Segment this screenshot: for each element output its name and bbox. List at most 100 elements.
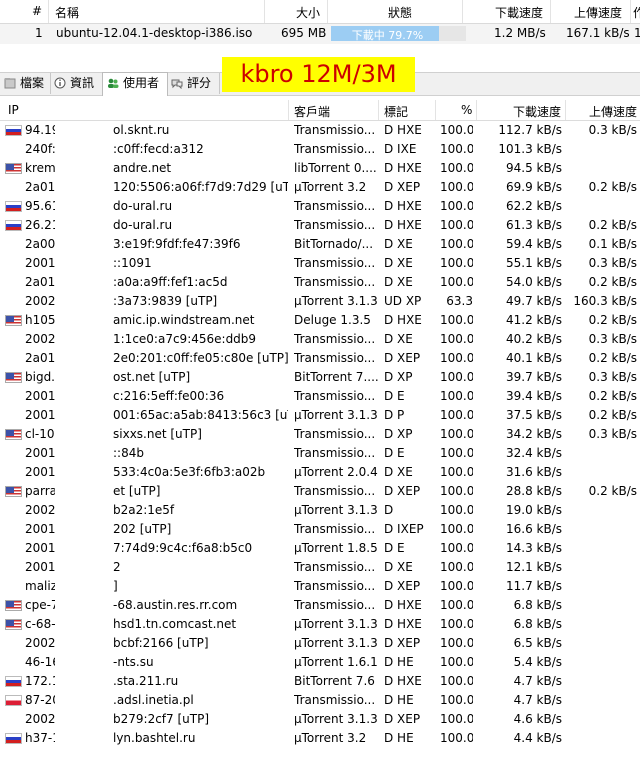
peer-client: µTorrent 3.1.3 xyxy=(294,636,378,650)
peer-row[interactable]: 94.19 ol.sknt.ru Transmissio... D HXE 100.0 1… xyxy=(0,121,640,140)
col-peer-up[interactable]: 上傳速度 xyxy=(589,103,637,120)
peer-flags: D HXE xyxy=(384,161,422,175)
peer-host: :a0a:a9ff:fef1:ac5d xyxy=(113,275,228,289)
peer-row[interactable]: 2a00: 3:e19f:9fdf:fe47:39f6 BitTornado/...… xyxy=(0,235,640,254)
torrent-row[interactable]: 1 ubuntu-12.04.1-desktop-i386.iso 695 MB… xyxy=(0,24,640,44)
peer-row[interactable]: 2a01: 120:5506:a06f:f7d9:7d29 [uT... µTorr… xyxy=(0,178,640,197)
country-flag-icon xyxy=(5,125,22,136)
col-ip[interactable]: IP xyxy=(8,103,19,117)
peer-ip: 2001: xyxy=(25,256,55,270)
peer-row[interactable]: 26.21 do-ural.ru Transmissio... D HXE 100.0 6… xyxy=(0,216,640,235)
peer-down-speed: 6.5 kB/s xyxy=(513,636,562,650)
col-size[interactable]: 大小 xyxy=(296,4,320,21)
country-flag-icon xyxy=(5,486,22,497)
col-status[interactable]: 狀態 xyxy=(388,4,412,21)
peer-row[interactable]: 2002: bcbf:2166 [uTP] µTorrent 3.1.3 D XEP 1… xyxy=(0,634,640,653)
peer-row[interactable]: 46-16 -nts.su µTorrent 1.6.1 D HE 100.0 5.4 k… xyxy=(0,653,640,672)
peer-row[interactable]: 2001: 2 Transmissio... D XE 100.0 12.1 kB/s xyxy=(0,558,640,577)
peer-ip: h37-1 xyxy=(25,731,55,745)
peer-flags: D HE xyxy=(384,693,414,707)
peer-flags: D XP xyxy=(384,370,413,384)
peer-row[interactable]: parra et [uTP] Transmissio... D XEP 100.0 28.… xyxy=(0,482,640,501)
peer-ip: 2002: xyxy=(25,636,55,650)
peer-down-speed: 59.4 kB/s xyxy=(505,237,562,251)
peers-table-header: IP 客戶端 標記 % 下載速度 上傳速度 xyxy=(0,100,640,121)
peer-host: .sta.211.ru xyxy=(113,674,179,688)
peer-host: .adsl.inetia.pl xyxy=(113,693,194,707)
peer-row[interactable]: 87-20 .adsl.inetia.pl Transmissio... D HE 10… xyxy=(0,691,640,710)
peer-row[interactable]: maliz] Transmissio... D XEP 100.0 11.7 kB/s xyxy=(0,577,640,596)
peer-host: do-ural.ru xyxy=(113,218,173,232)
peer-client: Transmissio... xyxy=(294,579,376,593)
peer-percent: 100.0 xyxy=(440,674,473,688)
peer-client: Transmissio... xyxy=(294,199,376,213)
peer-down-speed: 55.1 kB/s xyxy=(505,256,562,270)
peer-flags: D XEP xyxy=(384,351,421,365)
peer-row[interactable]: 2001:::1091 Transmissio... D XE 100.0 55.1 k… xyxy=(0,254,640,273)
peer-down-speed: 6.8 kB/s xyxy=(513,598,562,612)
peer-client: Transmissio... xyxy=(294,332,376,346)
peer-client: Transmissio... xyxy=(294,142,376,156)
peer-down-speed: 28.8 kB/s xyxy=(505,484,562,498)
tab-peers[interactable]: 使用者 xyxy=(102,72,168,96)
peer-client: µTorrent 2.0.4 xyxy=(294,465,378,479)
col-peer-down[interactable]: 下載速度 xyxy=(513,103,561,120)
peer-flags: D XEP xyxy=(384,484,421,498)
peer-host: bcbf:2166 [uTP] xyxy=(113,636,209,650)
tab-info[interactable]: 資訊 xyxy=(50,73,103,94)
peer-row[interactable]: kreml andre.net libTorrent 0.... D HXE 100.0… xyxy=(0,159,640,178)
peer-row[interactable]: 2a01: 2e0:201:c0ff:fe05:c80e [uTP] Transmi… xyxy=(0,349,640,368)
peer-flags: D HXE xyxy=(384,313,422,327)
peer-client: µTorrent 3.1.3 xyxy=(294,408,378,422)
peer-row[interactable]: 240f::c0ff:fecd:a312 Transmissio... D IXE 1… xyxy=(0,140,640,159)
peer-row[interactable]: 2001: c:216:5eff:fe00:36 Transmissio... D E… xyxy=(0,387,640,406)
peer-host: :c0ff:fecd:a312 xyxy=(113,142,204,156)
peer-row[interactable]: 2001: 533:4c0a:5e3f:6fb3:a02b µTorrent 2.0… xyxy=(0,463,640,482)
peer-row[interactable]: 95.61 do-ural.ru Transmissio... D HXE 100.0 6… xyxy=(0,197,640,216)
tab-label: 資訊 xyxy=(70,76,95,90)
peer-row[interactable]: bigd. ost.net [uTP] BitTorrent 7.... D XP 10… xyxy=(0,368,640,387)
peer-row[interactable]: h105. amic.ip.windstream.net Deluge 1.3.5 D… xyxy=(0,311,640,330)
peer-client: Deluge 1.3.5 xyxy=(294,313,371,327)
peer-percent: 100.0 xyxy=(440,275,473,289)
peer-up-speed: 0.3 kB/s xyxy=(588,332,637,346)
peer-row[interactable]: 2002: 1:1ce0:a7c9:456e:ddb9 Transmissio...… xyxy=(0,330,640,349)
peer-row[interactable]: cpe-7 -68.austin.res.rr.com Transmissio...… xyxy=(0,596,640,615)
col-extra[interactable]: 作 xyxy=(633,4,640,21)
peer-percent: 100.0 xyxy=(440,484,473,498)
peer-row[interactable]: 2002::3a73:9839 [uTP] µTorrent 3.1.3 UD XP… xyxy=(0,292,640,311)
tab-ratings[interactable]: 評分 xyxy=(167,73,220,94)
peer-flags: D HE xyxy=(384,655,414,669)
country-flag-icon xyxy=(5,163,22,174)
peer-client: Transmissio... xyxy=(294,389,376,403)
torrent-down-speed: 1.2 MB/s xyxy=(494,26,546,40)
peer-row[interactable]: 2001: 7:74d9:9c4c:f6a8:b5c0 µTorrent 1.8.5… xyxy=(0,539,640,558)
peer-percent: 100.0 xyxy=(440,142,473,156)
col-name[interactable]: 名稱 xyxy=(55,4,79,21)
tab-label: 評分 xyxy=(187,76,212,90)
col-down-speed[interactable]: 下載速度 xyxy=(495,4,543,21)
col-num[interactable]: # xyxy=(32,4,42,18)
peer-ip: parra xyxy=(25,484,55,498)
tab-files[interactable]: 檔案 xyxy=(0,73,51,94)
peer-row[interactable]: h37-1 lyn.bashtel.ru µTorrent 3.2 D HE 100.0… xyxy=(0,729,640,748)
peer-down-speed: 101.3 kB/s xyxy=(498,142,562,156)
peer-row[interactable]: 2001:::84b Transmissio... D E 100.0 32.4 kB/… xyxy=(0,444,640,463)
peers-table-body: 94.19 ol.sknt.ru Transmissio... D HXE 100.0 1… xyxy=(0,121,640,759)
peer-client: BitTorrent 7.... xyxy=(294,370,379,384)
peer-row[interactable]: 2001: 202 [uTP] Transmissio... D IXEP 100.0 1… xyxy=(0,520,640,539)
peer-flags: D XE xyxy=(384,332,413,346)
peer-row[interactable]: 172.1 .sta.211.ru BitTorrent 7.6 D HXE 100.0… xyxy=(0,672,640,691)
col-client[interactable]: 客戶端 xyxy=(294,103,330,120)
col-up-speed[interactable]: 上傳速度 xyxy=(574,4,622,21)
peer-client: Transmissio... xyxy=(294,218,376,232)
peer-row[interactable]: 2a01::a0a:a9ff:fef1:ac5d Transmissio... D … xyxy=(0,273,640,292)
peer-row[interactable]: cl-10: sixxs.net [uTP] Transmissio... D XP 1… xyxy=(0,425,640,444)
col-percent[interactable]: % xyxy=(461,103,472,117)
peer-row[interactable]: c-68- hsd1.tn.comcast.net µTorrent 3.1.3 D … xyxy=(0,615,640,634)
peer-down-speed: 39.7 kB/s xyxy=(505,370,562,384)
peer-row[interactable]: 2001: 001:65ac:a5ab:8413:56c3 [uTP] µTorre… xyxy=(0,406,640,425)
peer-row[interactable]: 2002: b2a2:1e5f µTorrent 3.1.3 D 100.0 19.0 k… xyxy=(0,501,640,520)
peer-row[interactable]: 2002: b279:2cf7 [uTP] µTorrent 3.1.3 D XEP 1… xyxy=(0,710,640,729)
col-flags[interactable]: 標記 xyxy=(384,103,408,120)
